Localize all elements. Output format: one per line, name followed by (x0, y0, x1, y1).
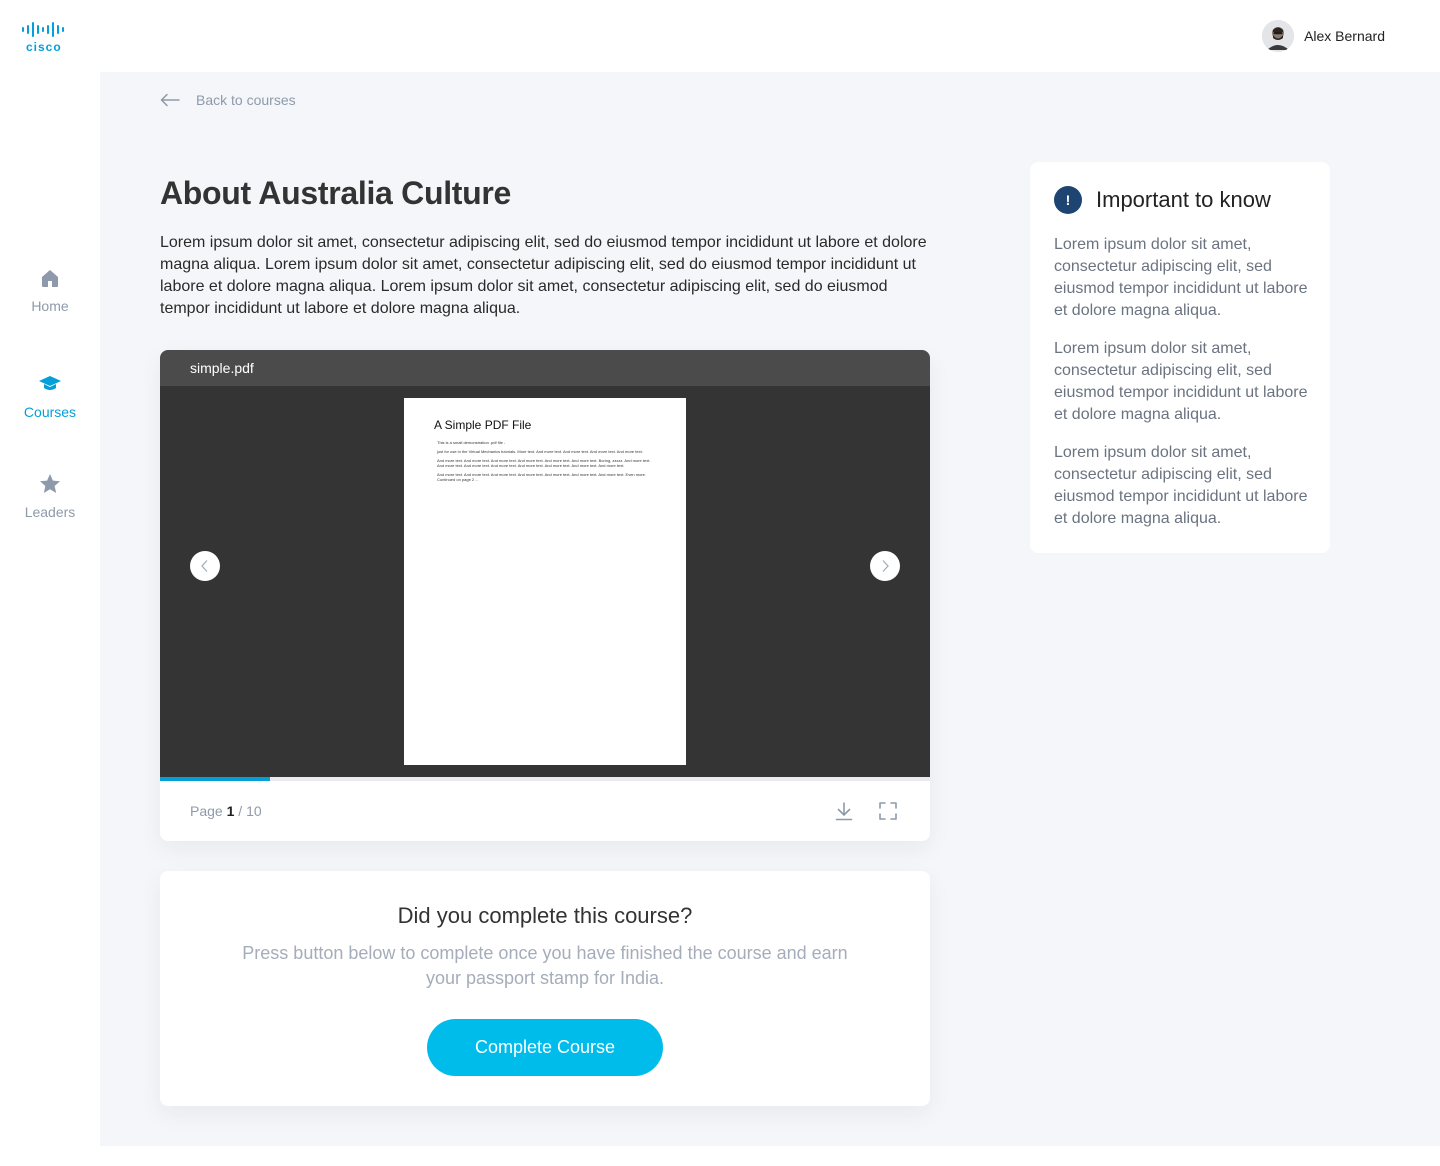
alert-icon: ! (1054, 186, 1082, 214)
page-label: Page (190, 803, 223, 819)
graduation-cap-icon (39, 376, 61, 390)
pdf-canvas[interactable]: A Simple PDF File This is a small demons… (160, 386, 930, 777)
completion-title: Did you complete this course? (397, 903, 693, 928)
pdf-page-title: A Simple PDF File (434, 418, 532, 432)
next-page-button[interactable] (870, 551, 900, 581)
back-to-courses-link[interactable]: Back to courses (160, 92, 296, 108)
sidebar-item-courses[interactable]: Courses (0, 372, 100, 420)
course-completion-card: Did you complete this course? Press butt… (160, 871, 930, 1106)
user-menu[interactable]: Alex Bernard (1262, 20, 1385, 52)
user-name: Alex Bernard (1304, 28, 1385, 44)
pdf-file-name: simple.pdf (160, 350, 930, 386)
fullscreen-icon (879, 802, 897, 820)
completion-text: Press button below to complete once you … (242, 943, 848, 988)
sidebar-item-label: Leaders (24, 504, 76, 520)
total-pages: 10 (246, 803, 262, 819)
pdf-toolbar: Page 1 / 10 (160, 781, 930, 841)
pdf-page: A Simple PDF File This is a small demons… (404, 398, 686, 765)
important-info-card: ! Important to know Lorem ipsum dolor si… (1030, 162, 1330, 553)
sidebar: cisco Home Courses Leaders (0, 0, 100, 1166)
complete-course-button[interactable]: Complete Course (427, 1019, 663, 1076)
download-button[interactable] (832, 799, 856, 823)
important-info-paragraph: Lorem ipsum dolor sit amet, consectetur … (1054, 444, 1308, 527)
sidebar-item-label: Courses (23, 404, 77, 420)
previous-page-button[interactable] (190, 551, 220, 581)
sidebar-item-label: Home (31, 298, 69, 314)
avatar[interactable] (1262, 20, 1295, 52)
pdf-paragraph: And more text. And more text. And more t… (437, 472, 646, 482)
main-content: Back to courses About Australia Culture … (100, 72, 1440, 1146)
cisco-logo-bars (21, 20, 81, 38)
top-bar: Alex Bernard (100, 0, 1440, 72)
important-info-paragraph: Lorem ipsum dolor sit amet, consectetur … (1054, 340, 1308, 423)
chevron-right-icon (882, 560, 889, 572)
pdf-paragraph: And more text. And more text. And more t… (437, 458, 651, 468)
pdf-viewer: simple.pdf A Simple PDF File This is a s… (160, 350, 930, 841)
current-page: 1 (226, 803, 235, 819)
sidebar-item-home[interactable]: Home (0, 266, 100, 314)
arrow-left-icon (160, 93, 180, 107)
cisco-logo-wordmark: cisco (26, 40, 62, 54)
pdf-paragraph: just for use in the Virtual Mechanics tu… (437, 449, 643, 454)
sidebar-item-leaders[interactable]: Leaders (0, 472, 100, 520)
page-title: About Australia Culture (160, 175, 512, 211)
star-icon (40, 474, 60, 493)
chevron-left-icon (201, 560, 208, 572)
back-link-label: Back to courses (196, 92, 296, 108)
course-description: Lorem ipsum dolor sit amet, consectetur … (160, 234, 927, 317)
download-icon (835, 802, 853, 821)
important-info-paragraph: Lorem ipsum dolor sit amet, consectetur … (1054, 236, 1308, 319)
pdf-paragraph: This is a small demonstration .pdf file … (437, 440, 506, 445)
fullscreen-button[interactable] (876, 799, 900, 823)
important-info-title: Important to know (1096, 187, 1271, 212)
page-indicator: Page 1 / 10 (190, 803, 262, 819)
important-info-header: ! Important to know (1054, 186, 1271, 214)
user-avatar-icon (1262, 20, 1295, 52)
home-icon (42, 270, 58, 287)
cisco-logo[interactable]: cisco (21, 20, 81, 54)
page-separator: / (238, 803, 243, 819)
